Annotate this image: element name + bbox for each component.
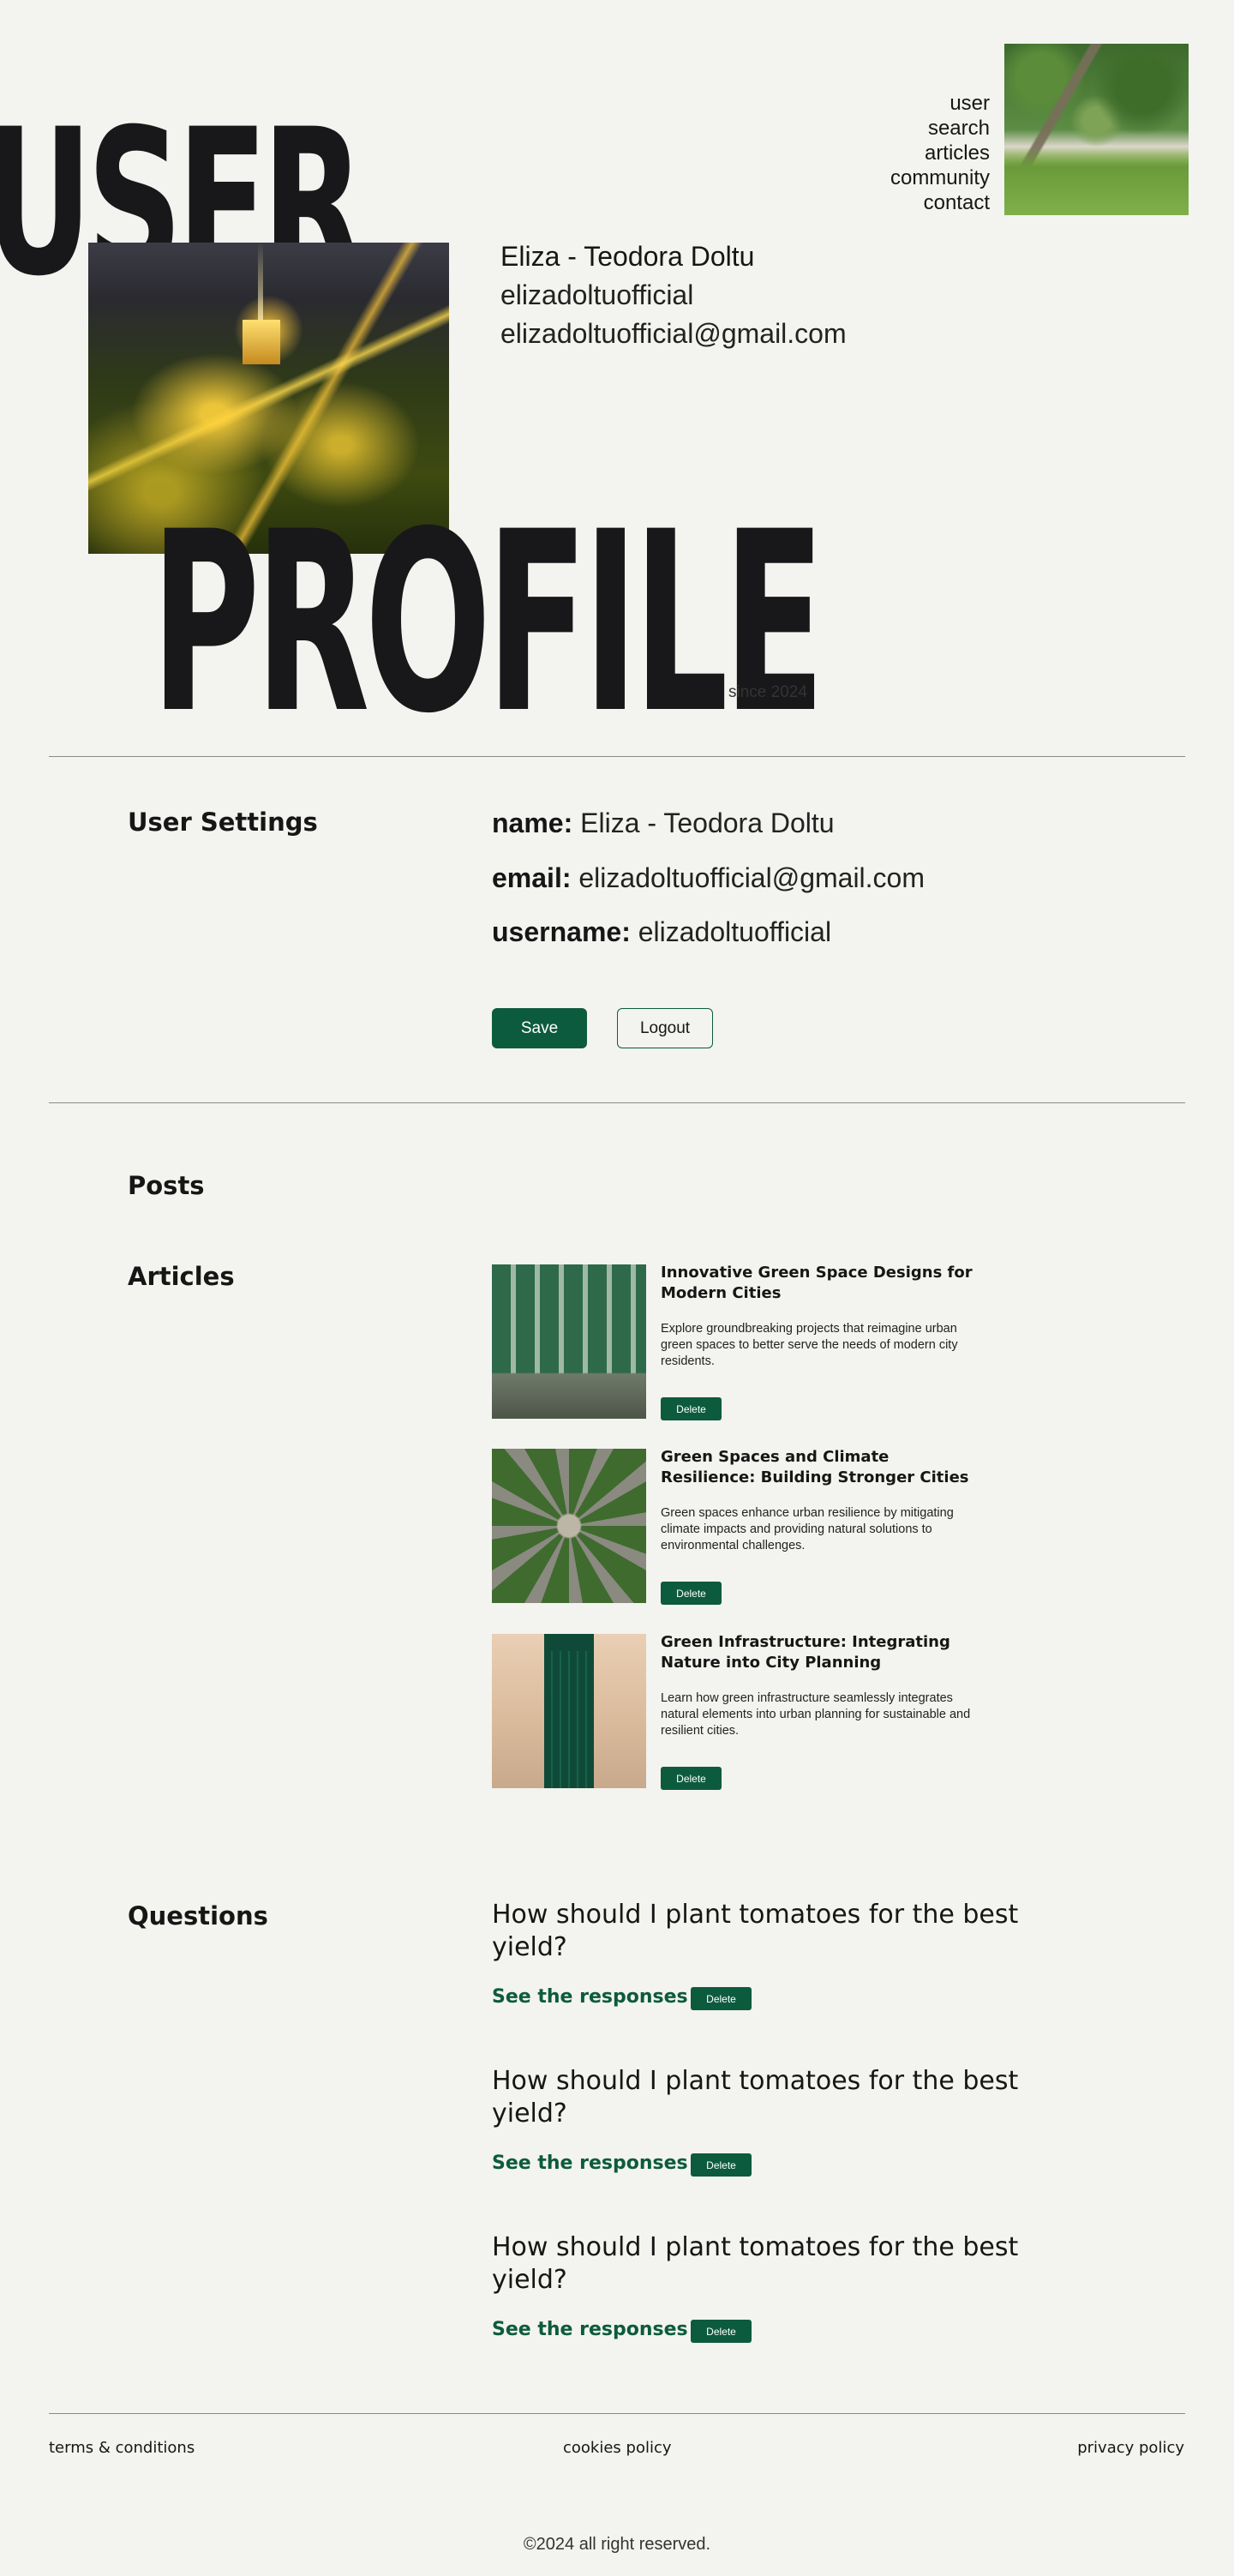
delete-question-button[interactable]: Delete [691, 2153, 752, 2177]
settings-username-row: username: elizadoltuofficial [492, 916, 831, 948]
article-image[interactable] [492, 1634, 646, 1788]
divider [49, 2413, 1185, 2414]
nav-item-articles[interactable]: articles [890, 141, 990, 165]
article-card: Green Spaces and Climate Resilience: Bui… [492, 1447, 1006, 1605]
delete-question-button[interactable]: Delete [691, 2320, 752, 2343]
save-button[interactable]: Save [492, 1008, 587, 1048]
article-card: Green Infrastructure: Integrating Nature… [492, 1632, 1006, 1790]
settings-title: User Settings [128, 808, 318, 837]
article-description: Learn how green infrastructure seamlessl… [661, 1691, 971, 1738]
settings-name-row: name: Eliza - Teodora Doltu [492, 808, 835, 839]
delete-article-button[interactable]: Delete [661, 1767, 722, 1790]
articles-title: Articles [128, 1262, 235, 1291]
profile-name: Eliza - Teodora Doltu [500, 241, 755, 272]
question-item: How should I plant tomatoes for the best… [492, 1899, 1040, 2010]
nav-item-community[interactable]: community [890, 165, 990, 190]
question-item: How should I plant tomatoes for the best… [492, 2231, 1040, 2343]
see-responses-link[interactable]: See the responses [492, 2153, 688, 2174]
article-image[interactable] [492, 1264, 646, 1419]
settings-username-label: username: [492, 916, 631, 947]
delete-question-button[interactable]: Delete [691, 1987, 752, 2010]
hero-title-profile: PROFILE [151, 479, 825, 768]
top-nav: user search articles community contact [890, 91, 990, 215]
see-responses-link[interactable]: See the responses [492, 1986, 688, 2008]
questions-title: Questions [128, 1901, 268, 1930]
logout-button[interactable]: Logout [617, 1008, 713, 1048]
nav-item-contact[interactable]: contact [890, 190, 990, 215]
question-item: How should I plant tomatoes for the best… [492, 2065, 1040, 2177]
profile-username: elizadoltuofficial [500, 279, 694, 310]
question-title: How should I plant tomatoes for the best… [492, 2066, 1019, 2129]
garden-image [1004, 44, 1189, 215]
article-image[interactable] [492, 1449, 646, 1603]
terms-link[interactable]: terms & conditions [49, 2439, 195, 2457]
copyright: ©2024 all right reserved. [523, 2535, 711, 2554]
privacy-link[interactable]: privacy policy [1077, 2439, 1184, 2457]
see-responses-link[interactable]: See the responses [492, 2319, 688, 2340]
article-title[interactable]: Innovative Green Space Designs for Moder… [661, 1263, 986, 1304]
since-label: since 2024 [728, 683, 807, 701]
nav-item-user[interactable]: user [890, 91, 990, 116]
divider [49, 1102, 1185, 1103]
cookies-link[interactable]: cookies policy [563, 2439, 672, 2457]
divider [49, 756, 1185, 757]
light-beam [258, 243, 263, 324]
nav-item-search[interactable]: search [890, 116, 990, 141]
profile-email: elizadoltuofficial@gmail.com [500, 318, 847, 349]
settings-email-value[interactable]: elizadoltuofficial@gmail.com [578, 862, 925, 893]
article-title[interactable]: Green Spaces and Climate Resilience: Bui… [661, 1447, 986, 1488]
article-description: Green spaces enhance urban resilience by… [661, 1506, 954, 1552]
question-title: How should I plant tomatoes for the best… [492, 2232, 1019, 2295]
delete-article-button[interactable]: Delete [661, 1397, 722, 1420]
settings-username-value[interactable]: elizadoltuofficial [638, 916, 831, 947]
delete-article-button[interactable]: Delete [661, 1582, 722, 1605]
lit-tower [243, 320, 280, 364]
question-title: How should I plant tomatoes for the best… [492, 1900, 1019, 1962]
settings-name-label: name: [492, 808, 573, 838]
posts-title: Posts [128, 1171, 205, 1200]
article-title[interactable]: Green Infrastructure: Integrating Nature… [661, 1632, 986, 1673]
settings-email-row: email: elizadoltuofficial@gmail.com [492, 862, 925, 894]
settings-email-label: email: [492, 862, 572, 893]
article-card: Innovative Green Space Designs for Moder… [492, 1264, 1006, 1420]
article-description: Explore groundbreaking projects that rei… [661, 1322, 958, 1368]
settings-name-value[interactable]: Eliza - Teodora Doltu [580, 808, 834, 838]
